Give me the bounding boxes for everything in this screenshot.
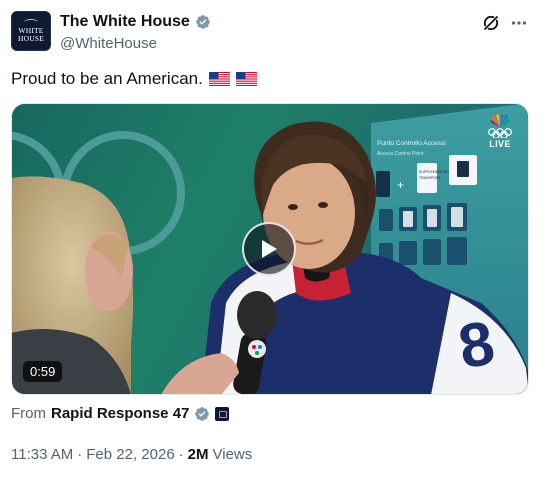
- play-button[interactable]: [242, 222, 296, 276]
- svg-text:Punto Controllo Accessi: Punto Controllo Accessi: [377, 140, 446, 147]
- account-name-row: The White House: [60, 13, 211, 31]
- grok-glyph: [482, 14, 500, 32]
- attribution-row: From Rapid Response 47: [11, 405, 230, 422]
- views-count: 2M: [187, 446, 209, 463]
- verified-badge-icon: [195, 15, 210, 29]
- svg-text:SUPPLEMENTARY: SUPPLEMENTARY: [419, 170, 450, 174]
- handle[interactable]: @WhiteHouse: [60, 35, 157, 52]
- us-flag-icon: [208, 72, 230, 86]
- avatar-line-2: HOUSE: [17, 34, 44, 43]
- display-name[interactable]: The White House: [60, 13, 190, 31]
- verified-badge-icon: [195, 406, 210, 421]
- seal-icon: [24, 19, 38, 26]
- play-icon: [262, 240, 277, 258]
- grok-icon[interactable]: [480, 12, 502, 34]
- views-label: Views: [212, 446, 253, 463]
- peacock-logo-icon: [490, 114, 510, 127]
- separator: ·: [77, 446, 83, 463]
- olympic-rings-icon: [488, 128, 512, 138]
- from-label: From: [11, 405, 46, 422]
- tweet-card: WHITE HOUSE The White House @WhiteHouse …: [0, 0, 554, 480]
- more-options-icon[interactable]: [508, 12, 530, 34]
- tweet-text: Proud to be an American.: [11, 69, 203, 88]
- separator: ·: [178, 446, 184, 463]
- svg-text:Access Control Point: Access Control Point: [377, 151, 424, 157]
- us-flag-icon: [235, 72, 257, 86]
- ellipsis-glyph: [511, 21, 527, 25]
- tweet-text-row: Proud to be an American.: [11, 69, 257, 89]
- affiliate-logo-icon: [215, 406, 230, 421]
- tweet-time[interactable]: 11:33 AM: [11, 446, 73, 463]
- video-duration: 0:59: [23, 361, 63, 382]
- live-label: LIVE: [489, 139, 511, 149]
- network-live-badge: LIVE: [487, 114, 513, 149]
- tweet-meta: 11:33 AM · Feb 22, 2026 · 2M Views: [11, 446, 252, 463]
- svg-text:TRANSPORT: TRANSPORT: [419, 176, 441, 180]
- svg-text:+: +: [397, 178, 404, 192]
- tweet-date[interactable]: Feb 22, 2026: [86, 446, 174, 463]
- avatar[interactable]: WHITE HOUSE: [11, 11, 51, 51]
- source-account-link[interactable]: Rapid Response 47: [51, 405, 189, 422]
